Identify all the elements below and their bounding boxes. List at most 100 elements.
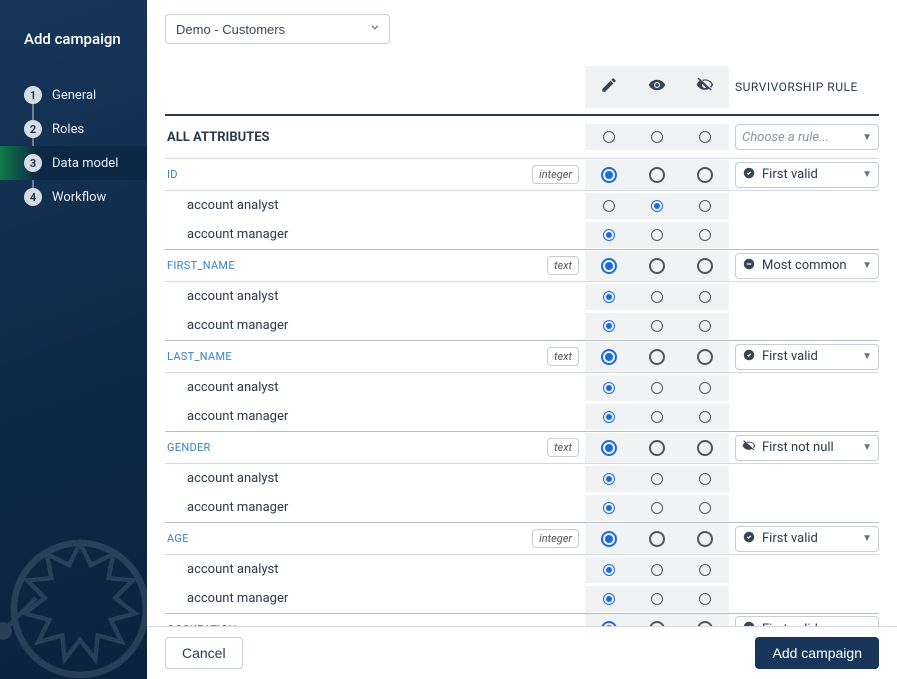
role-view-radio[interactable] <box>651 473 663 485</box>
wizard-step-general[interactable]: 1 General <box>0 78 147 112</box>
attribute-row: GENDER text First not null ▼ <box>165 432 879 464</box>
role-edit-radio[interactable] <box>603 320 615 332</box>
wizard-step-workflow[interactable]: 4Workflow <box>0 180 147 214</box>
attribute-name: FIRST_NAME <box>167 259 235 272</box>
role-label: account analyst <box>165 191 585 220</box>
rule-label: First valid <box>762 349 818 364</box>
role-row: account analyst <box>165 464 879 493</box>
role-edit-radio[interactable] <box>603 564 615 576</box>
role-edit-radio[interactable] <box>603 473 615 485</box>
attribute-group: FIRST_NAME text Most common ▼ account an… <box>165 250 879 341</box>
pencil-icon <box>600 76 618 94</box>
role-edit-radio[interactable] <box>603 382 615 394</box>
role-edit-radio[interactable] <box>603 291 615 303</box>
role-row: account manager <box>165 584 879 613</box>
attr-hidden-radio[interactable] <box>697 258 713 274</box>
role-hidden-radio[interactable] <box>699 200 711 212</box>
rule-placeholder-text: Choose a rule... <box>742 130 829 145</box>
role-row: account manager <box>165 311 879 340</box>
role-hidden-radio[interactable] <box>699 291 711 303</box>
role-hidden-radio[interactable] <box>699 320 711 332</box>
role-edit-radio[interactable] <box>603 411 615 423</box>
all-edit-radio[interactable] <box>603 131 615 143</box>
attr-hidden-radio[interactable] <box>697 349 713 365</box>
wizard-step-roles[interactable]: 2Roles <box>0 112 147 146</box>
attr-hidden-radio[interactable] <box>697 167 713 183</box>
rule-icon <box>742 348 756 366</box>
attribute-name: ID <box>167 168 178 181</box>
eye-icon <box>648 76 666 94</box>
step-label: Roles <box>52 122 84 137</box>
all-hidden-radio[interactable] <box>699 131 711 143</box>
attr-edit-radio[interactable] <box>601 258 617 274</box>
role-label: account manager <box>165 493 585 522</box>
step-label: Data model <box>52 156 118 171</box>
dataset-select[interactable]: Demo - Customers <box>165 14 390 44</box>
wizard-steps: 1 General 2Roles 3 Data model 4Workflow <box>0 78 147 214</box>
table-header: SURVIVORSHIP RULE <box>165 60 879 116</box>
role-label: account manager <box>165 220 585 249</box>
type-chip: integer <box>532 165 579 184</box>
role-label: account manager <box>165 311 585 340</box>
edit-column-header <box>585 66 633 108</box>
role-edit-radio[interactable] <box>603 229 615 241</box>
role-row: account analyst <box>165 282 879 311</box>
cancel-button[interactable]: Cancel <box>165 637 243 669</box>
role-view-radio[interactable] <box>651 564 663 576</box>
rule-select[interactable]: First not null ▼ <box>735 435 879 461</box>
attr-hidden-radio[interactable] <box>697 531 713 547</box>
role-hidden-radio[interactable] <box>699 229 711 241</box>
attr-edit-radio[interactable] <box>601 531 617 547</box>
role-view-radio[interactable] <box>651 593 663 605</box>
attributes-scroll[interactable]: ID integer First valid ▼ account analyst… <box>165 159 879 626</box>
role-view-radio[interactable] <box>651 411 663 423</box>
rule-select[interactable]: First valid ▼ <box>735 526 879 552</box>
role-view-radio[interactable] <box>651 291 663 303</box>
rule-select[interactable]: First valid ▼ <box>735 616 879 626</box>
rule-select[interactable]: First valid ▼ <box>735 344 879 370</box>
role-hidden-radio[interactable] <box>699 593 711 605</box>
role-edit-radio[interactable] <box>603 502 615 514</box>
role-hidden-radio[interactable] <box>699 564 711 576</box>
attr-view-radio[interactable] <box>649 531 665 547</box>
all-view-radio[interactable] <box>651 131 663 143</box>
attr-hidden-radio[interactable] <box>697 440 713 456</box>
role-edit-radio[interactable] <box>603 200 615 212</box>
step-number: 3 <box>24 154 42 172</box>
attr-view-radio[interactable] <box>649 167 665 183</box>
role-view-radio[interactable] <box>651 502 663 514</box>
main-panel: Demo - Customers SURVIVORSHIP RULE <box>147 0 897 679</box>
rule-select[interactable]: Most common ▼ <box>735 253 879 279</box>
role-hidden-radio[interactable] <box>699 382 711 394</box>
attribute-row: ID integer First valid ▼ <box>165 159 879 191</box>
role-hidden-radio[interactable] <box>699 411 711 423</box>
role-row: account manager <box>165 220 879 249</box>
role-hidden-radio[interactable] <box>699 473 711 485</box>
attribute-name: LAST_NAME <box>167 350 232 363</box>
attribute-group: OCCUPATION First valid ▼ account analyst… <box>165 614 879 626</box>
attr-edit-radio[interactable] <box>601 440 617 456</box>
role-view-radio[interactable] <box>651 382 663 394</box>
add-campaign-button[interactable]: Add campaign <box>755 637 879 669</box>
attr-edit-radio[interactable] <box>601 167 617 183</box>
role-view-radio[interactable] <box>651 229 663 241</box>
attr-view-radio[interactable] <box>649 440 665 456</box>
attr-view-radio[interactable] <box>649 349 665 365</box>
attribute-group: GENDER text First not null ▼ account ana… <box>165 432 879 523</box>
attr-edit-radio[interactable] <box>601 349 617 365</box>
all-rule-select[interactable]: Choose a rule... ▼ <box>735 124 879 150</box>
step-label: General <box>52 88 96 103</box>
rule-select[interactable]: First valid ▼ <box>735 162 879 188</box>
role-hidden-radio[interactable] <box>699 502 711 514</box>
rule-icon <box>742 620 756 626</box>
footer-bar: Cancel Add campaign <box>147 626 897 679</box>
wizard-step-data-model[interactable]: 3 Data model <box>0 146 147 180</box>
step-number: 1 <box>24 86 42 104</box>
dataset-select-wrap: Demo - Customers <box>165 14 390 44</box>
role-view-radio[interactable] <box>651 320 663 332</box>
rule-icon <box>742 166 756 184</box>
attr-view-radio[interactable] <box>649 258 665 274</box>
role-edit-radio[interactable] <box>603 593 615 605</box>
role-row: account analyst <box>165 555 879 584</box>
role-view-radio[interactable] <box>651 200 663 212</box>
